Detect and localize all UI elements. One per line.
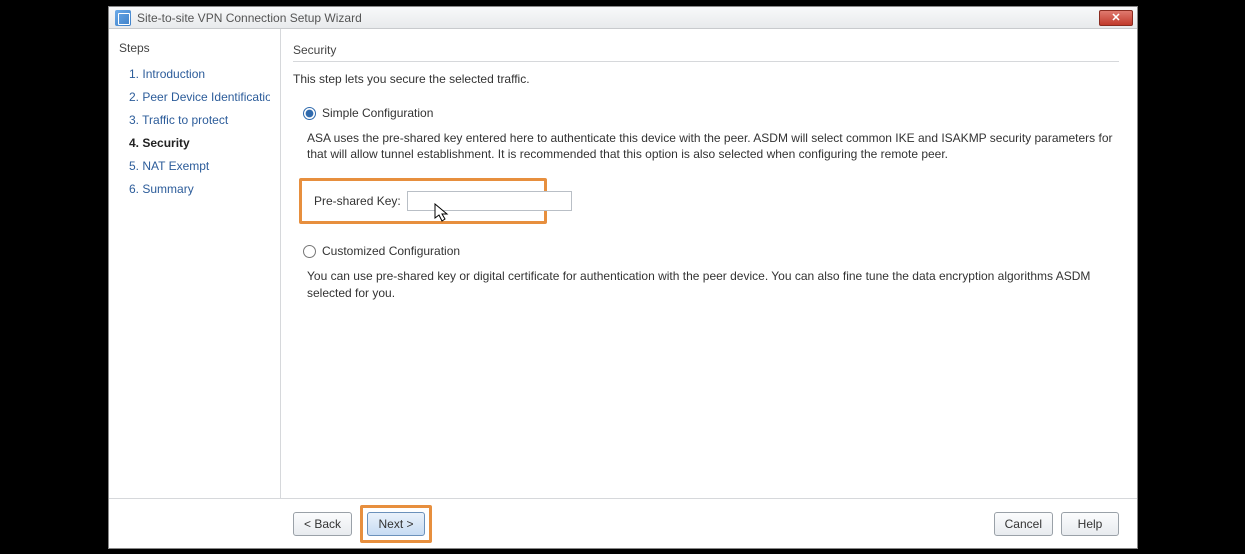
step-summary[interactable]: 6. Summary	[119, 178, 270, 201]
custom-config-option[interactable]: Customized Configuration	[293, 238, 1119, 262]
custom-config-label[interactable]: Customized Configuration	[322, 244, 460, 258]
simple-config-label[interactable]: Simple Configuration	[322, 106, 433, 120]
content: Steps 1. Introduction 2. Peer Device Ide…	[109, 29, 1137, 498]
custom-config-description: You can use pre-shared key or digital ce…	[293, 262, 1119, 310]
app-icon	[115, 10, 131, 26]
main-panel: Security This step lets you secure the s…	[281, 29, 1137, 498]
step-traffic[interactable]: 3. Traffic to protect	[119, 109, 270, 132]
page-title: Security	[293, 37, 1119, 62]
simple-config-option[interactable]: Simple Configuration	[293, 100, 1119, 124]
next-button[interactable]: Next >	[367, 512, 425, 536]
steps-sidebar: Steps 1. Introduction 2. Peer Device Ide…	[109, 29, 281, 498]
wizard-dialog: Site-to-site VPN Connection Setup Wizard…	[108, 6, 1138, 549]
help-button[interactable]: Help	[1061, 512, 1119, 536]
next-button-highlight: Next >	[360, 505, 432, 543]
preshared-key-box: Pre-shared Key:	[299, 178, 547, 224]
step-security[interactable]: 4. Security	[119, 132, 270, 155]
sidebar-header: Steps	[119, 37, 270, 63]
step-peer-device[interactable]: 2. Peer Device Identificatio	[119, 86, 270, 109]
custom-config-radio[interactable]	[303, 245, 316, 258]
cancel-button[interactable]: Cancel	[994, 512, 1053, 536]
preshared-key-label: Pre-shared Key:	[314, 194, 401, 208]
step-introduction[interactable]: 1. Introduction	[119, 63, 270, 86]
step-nat-exempt[interactable]: 5. NAT Exempt	[119, 155, 270, 178]
back-button[interactable]: < Back	[293, 512, 352, 536]
simple-config-radio[interactable]	[303, 107, 316, 120]
footer: < Back Next > Cancel Help	[109, 498, 1137, 548]
window-title: Site-to-site VPN Connection Setup Wizard	[137, 11, 1099, 25]
close-button[interactable]: ✕	[1099, 10, 1133, 26]
close-icon: ✕	[1111, 11, 1120, 24]
preshared-key-input[interactable]	[407, 191, 572, 211]
page-subtitle: This step lets you secure the selected t…	[293, 62, 1119, 100]
titlebar: Site-to-site VPN Connection Setup Wizard…	[109, 7, 1137, 29]
simple-config-description: ASA uses the pre-shared key entered here…	[293, 124, 1119, 172]
steps-list: 1. Introduction 2. Peer Device Identific…	[119, 63, 270, 201]
